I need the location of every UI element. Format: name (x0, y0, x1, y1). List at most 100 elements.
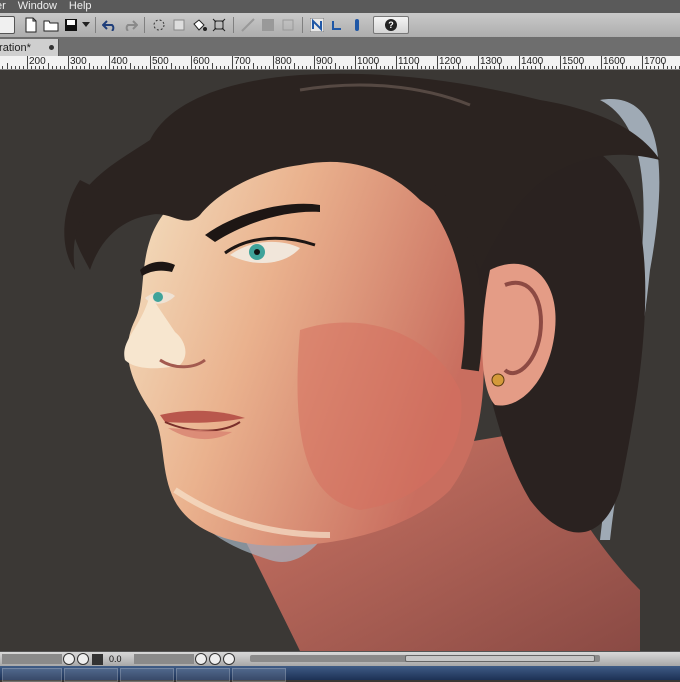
ruler-icon[interactable] (239, 16, 257, 34)
ruler-tick (667, 66, 668, 69)
ruler-label: 1200 (439, 56, 462, 67)
ruler-label: 600 (193, 56, 210, 67)
ruler-label: 200 (29, 56, 46, 67)
ruler-tick (552, 66, 553, 69)
rotate-right-icon[interactable] (208, 653, 221, 665)
os-taskbar (0, 666, 680, 682)
transform-icon[interactable] (210, 16, 228, 34)
ruler-tick (425, 66, 426, 69)
ruler-tick (232, 56, 233, 69)
ruler-tick (560, 56, 561, 69)
ruler-label: 1500 (562, 56, 585, 67)
menu-item-window[interactable]: Window (14, 0, 65, 13)
ruler-tick (261, 66, 262, 69)
status-navigator-slot (2, 654, 62, 664)
ruler-tick (15, 66, 16, 69)
ruler-tick (150, 56, 151, 69)
ruler-label: 1700 (644, 56, 667, 67)
ruler-tick (556, 66, 557, 69)
horizontal-ruler: 200 300 400 500 600 700 800 900 1000 1100 1200 1300… (0, 56, 680, 70)
ruler-tick (306, 66, 307, 69)
ruler-label: 400 (111, 56, 128, 67)
ruler-tick (138, 66, 139, 69)
ruler-tick (380, 66, 381, 69)
ruler-tick (105, 66, 106, 69)
toolbar-partial-button[interactable] (0, 16, 15, 34)
help-button[interactable]: ? (373, 16, 409, 34)
snap-curve-icon[interactable] (328, 16, 346, 34)
ruler-tick (626, 66, 627, 69)
ruler-tick (220, 66, 221, 69)
menu-item-help[interactable]: Help (65, 0, 100, 13)
tab-label: tration* (0, 41, 31, 54)
ruler-tick (548, 66, 549, 69)
ruler-tick (146, 66, 147, 69)
chevron-down-icon[interactable] (82, 16, 90, 34)
ruler-label: 1300 (480, 56, 503, 67)
ruler-tick (310, 66, 311, 69)
ruler-tick (462, 66, 463, 69)
ruler-tick (64, 66, 65, 69)
ruler-tick (23, 66, 24, 69)
status-slider-track[interactable] (133, 654, 194, 664)
scrollbar-thumb[interactable] (405, 655, 595, 662)
ruler-tick (511, 66, 512, 69)
ruler-tick (474, 66, 475, 69)
ruler-tick (142, 66, 143, 69)
grid-icon[interactable] (259, 16, 277, 34)
rotate-left-icon[interactable] (194, 653, 207, 665)
portrait-painting (0, 70, 680, 651)
ruler-tick (597, 66, 598, 69)
ruler-tick (171, 63, 172, 69)
toolbar-divider (233, 17, 234, 33)
ruler-tick (253, 63, 254, 69)
ruler-label: 800 (275, 56, 292, 67)
open-folder-icon[interactable] (42, 16, 60, 34)
select-icon[interactable] (150, 16, 168, 34)
ruler-tick (433, 66, 434, 69)
toolbar-divider (144, 17, 145, 33)
ruler-tick (437, 56, 438, 69)
ruler-tick (314, 56, 315, 69)
ruler-tick (396, 56, 397, 69)
undo-icon[interactable] (101, 16, 119, 34)
ruler-tick (134, 66, 135, 69)
ruler-tick (7, 63, 8, 69)
reset-rotation-icon[interactable] (222, 653, 235, 665)
save-icon[interactable] (62, 16, 80, 34)
toolbar-divider (302, 17, 303, 33)
zoom-in-icon[interactable] (77, 653, 89, 665)
ruler-tick (298, 66, 299, 69)
menu-item-layer[interactable]: er (0, 0, 14, 13)
ruler-tick (593, 66, 594, 69)
ruler-tick (466, 66, 467, 69)
snap-line-icon[interactable] (308, 16, 326, 34)
ruler-tick (187, 66, 188, 69)
close-icon[interactable] (49, 45, 54, 50)
ruler-tick (19, 66, 20, 69)
snap-ruler-icon[interactable] (348, 16, 366, 34)
tab-illustration[interactable]: tration* (0, 39, 59, 56)
redo-icon[interactable] (121, 16, 139, 34)
ruler-tick (343, 66, 344, 69)
zoom-out-icon[interactable] (63, 653, 75, 665)
ruler-tick (48, 63, 49, 69)
ruler-tick (302, 66, 303, 69)
menu-bar: er Window Help (0, 0, 680, 13)
ruler-tick (470, 66, 471, 69)
ruler-tick (224, 66, 225, 69)
fit-view-icon[interactable] (92, 653, 103, 665)
ruler-tick (347, 66, 348, 69)
ruler-tick (60, 66, 61, 69)
frame-icon[interactable] (279, 16, 297, 34)
ruler-tick (335, 63, 336, 69)
help-icon: ? (385, 19, 397, 31)
fill-icon[interactable] (190, 16, 208, 34)
canvas[interactable] (0, 70, 680, 651)
deselect-icon[interactable] (170, 16, 188, 34)
horizontal-scrollbar[interactable] (250, 655, 600, 662)
ruler-label: 1600 (603, 56, 626, 67)
ruler-tick (93, 66, 94, 69)
new-file-icon[interactable] (22, 16, 40, 34)
ruler-label: 500 (152, 56, 169, 67)
